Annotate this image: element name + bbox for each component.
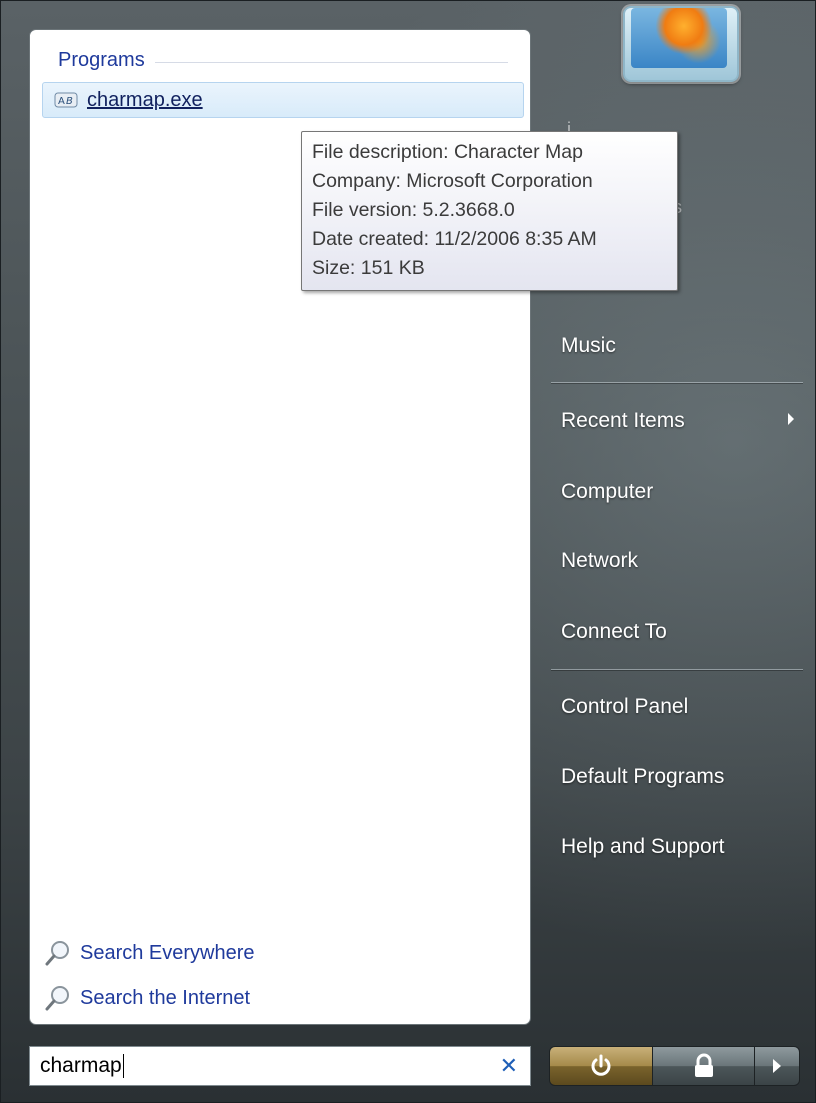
lock-button[interactable] <box>652 1046 755 1086</box>
programs-header-label: Programs <box>58 48 145 71</box>
search-everywhere-label: Search Everywhere <box>80 941 255 964</box>
file-info-tooltip: File description: Character Map Company:… <box>301 131 678 291</box>
header-divider <box>154 61 508 63</box>
menu-item-computer[interactable]: Computer <box>561 480 653 504</box>
search-internet-link[interactable]: Search the Internet <box>44 983 250 1013</box>
tooltip-version: File version: 5.2.3668.0 <box>312 199 515 221</box>
result-charmap[interactable]: A B charmap.exe <box>42 82 524 118</box>
close-icon[interactable]: ✕ <box>500 1053 518 1079</box>
menu-item-default-programs[interactable]: Default Programs <box>561 765 724 789</box>
submenu-arrow-icon <box>788 413 794 425</box>
menu-separator <box>551 669 803 670</box>
magnifier-icon <box>45 941 69 966</box>
svg-text:A: A <box>58 96 65 107</box>
search-input-value: charmap <box>40 1053 122 1077</box>
menu-separator <box>551 382 803 383</box>
search-input[interactable]: charmap <box>30 1053 124 1079</box>
character-map-icon: A B <box>53 90 79 110</box>
start-search-box[interactable]: charmap ✕ <box>29 1046 531 1086</box>
menu-item-music[interactable]: Music <box>561 334 616 358</box>
tooltip-company: Company: Microsoft Corporation <box>312 170 593 192</box>
power-button[interactable] <box>549 1046 653 1086</box>
tooltip-size: Size: 151 KB <box>312 257 425 279</box>
user-picture[interactable] <box>623 6 739 82</box>
tooltip-description: File description: Character Map <box>312 141 583 163</box>
search-internet-label: Search the Internet <box>80 986 251 1009</box>
start-menu: Programs A B charmap.exe Search Everywhe… <box>0 0 816 1103</box>
menu-item-recent-items[interactable]: Recent Items <box>561 409 685 433</box>
text-caret <box>122 1054 124 1079</box>
power-icon <box>591 1054 611 1076</box>
lock-icon <box>694 1053 713 1077</box>
menu-item-network[interactable]: Network <box>561 549 638 573</box>
shutdown-options-button[interactable] <box>754 1046 800 1086</box>
menu-item-control-panel[interactable]: Control Panel <box>561 695 688 719</box>
tooltip-date: Date created: 11/2/2006 8:35 AM <box>312 228 597 250</box>
programs-group-header: Programs <box>58 46 508 74</box>
result-label: charmap.exe <box>87 88 203 111</box>
arrow-right-icon <box>773 1059 781 1073</box>
goldfish-picture <box>631 8 727 68</box>
svg-text:B: B <box>66 96 73 107</box>
search-everywhere-link[interactable]: Search Everywhere <box>44 938 255 968</box>
magnifier-icon <box>45 986 69 1011</box>
menu-item-help-support[interactable]: Help and Support <box>561 835 724 859</box>
menu-item-connect-to[interactable]: Connect To <box>561 620 667 644</box>
